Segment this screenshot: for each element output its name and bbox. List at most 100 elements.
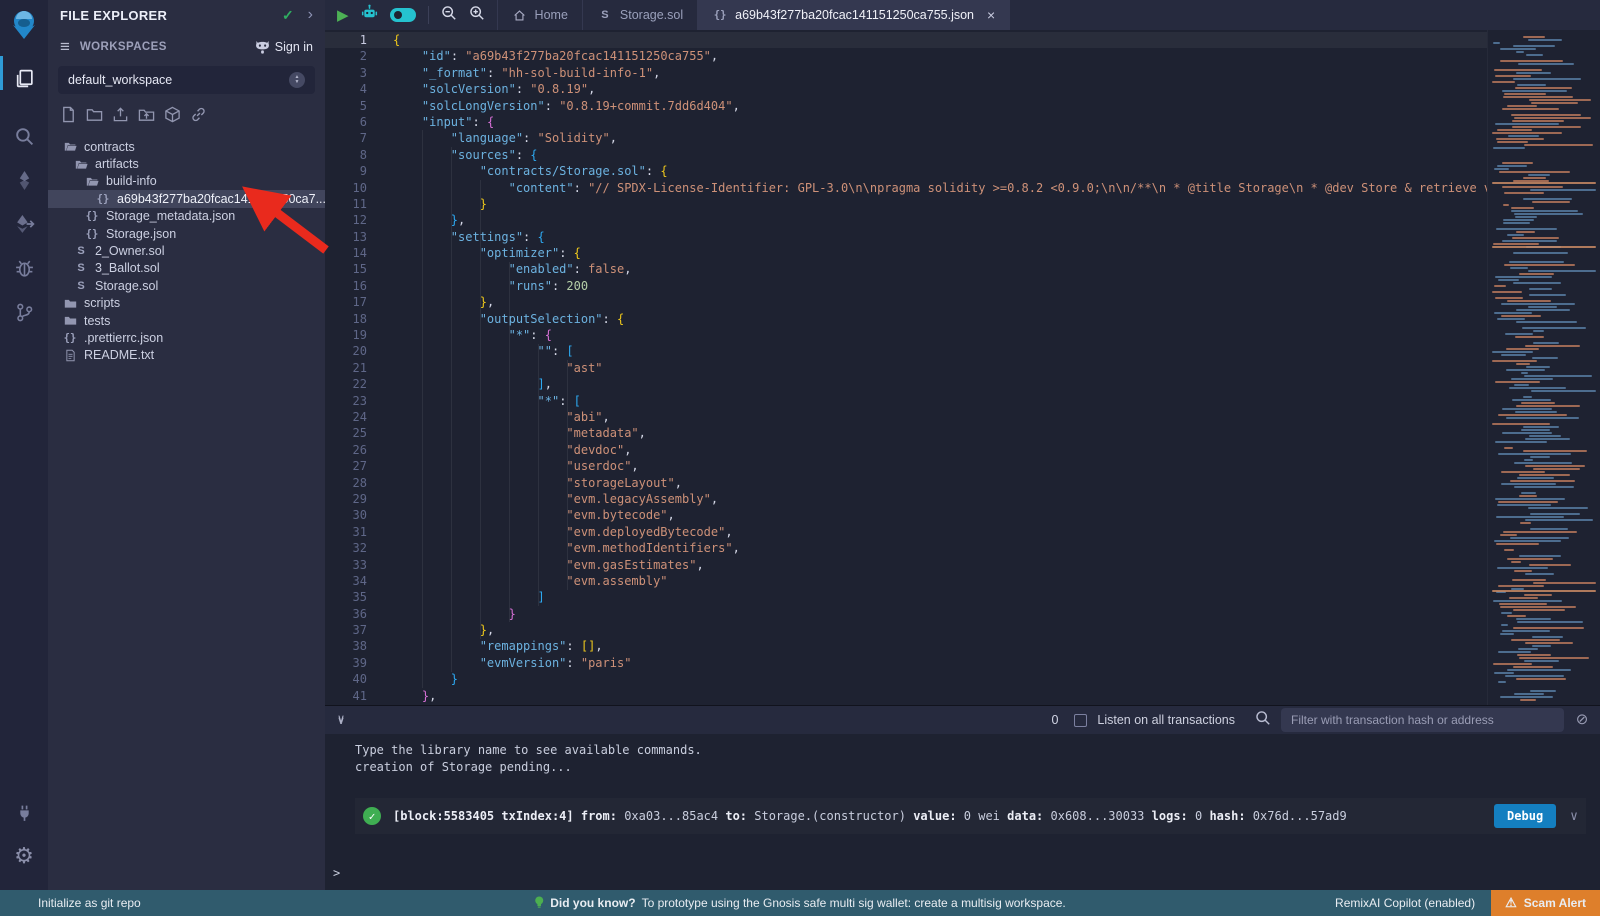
minimap[interactable] xyxy=(1487,30,1600,705)
workspaces-label: WORKSPACES xyxy=(80,41,255,53)
file-tree: contractsartifactsbuild-info{}a69b43f277… xyxy=(48,138,325,364)
code-line-15: "enabled": false, xyxy=(393,261,1600,277)
tree-item-contracts[interactable]: contracts xyxy=(48,138,325,155)
publish-ipfs-icon[interactable] xyxy=(164,106,181,128)
tab-home[interactable]: Home xyxy=(497,0,583,30)
terminal-collapse-icon[interactable]: ∨∨ xyxy=(337,716,345,724)
tree-item-storage-json[interactable]: {}Storage.json xyxy=(48,225,325,242)
code-line-35: ] xyxy=(393,589,1600,605)
line-number: 36 xyxy=(325,606,383,622)
tree-item-tests[interactable]: tests xyxy=(48,312,325,329)
file-explorer-icon[interactable] xyxy=(0,56,48,100)
tree-item-storage-sol[interactable]: S Storage.sol xyxy=(48,277,325,294)
tree-item--prettierrc-json[interactable]: {}.prettierrc.json xyxy=(48,329,325,346)
git-icon[interactable] xyxy=(0,290,48,334)
listen-label: Listen on all transactions xyxy=(1097,713,1235,727)
tab-a69b43f277ba20fcac141151250ca755-json[interactable]: {}a69b43f277ba20fcac141151250ca755.json× xyxy=(698,0,1010,30)
code-line-6: "input": { xyxy=(393,114,1600,130)
line-number: 24 xyxy=(325,409,383,425)
sign-in-label: Sign in xyxy=(275,40,313,54)
tab-close-icon[interactable]: × xyxy=(987,7,995,23)
line-number: 9 xyxy=(325,163,383,179)
line-number: 25 xyxy=(325,425,383,441)
copilot-status[interactable]: RemixAI Copilot (enabled) xyxy=(1335,896,1475,910)
sol-icon: S xyxy=(73,244,89,258)
collapse-chevron-icon[interactable]: › xyxy=(308,6,313,24)
tx-expand-chevron-icon[interactable]: ∨ xyxy=(1570,809,1578,824)
terminal-header: ∨∨ 0 Listen on all transactions ⊘ xyxy=(325,706,1600,734)
deploy-run-icon[interactable] xyxy=(0,202,48,246)
terminal-prompt[interactable]: > xyxy=(333,866,340,880)
folder-open-icon xyxy=(73,157,89,171)
upload-folder-icon[interactable] xyxy=(138,106,155,128)
tree-item-a69b43f277ba20fcac141151250ca7-[interactable]: {}a69b43f277ba20fcac141151250ca7... xyxy=(48,190,325,207)
code-line-14: "optimizer": { xyxy=(393,245,1600,261)
tree-item-label: Storage_metadata.json xyxy=(106,209,235,223)
line-number: 3 xyxy=(325,65,383,81)
scam-alert-badge[interactable]: ⚠ Scam Alert xyxy=(1491,890,1600,916)
line-number: 39 xyxy=(325,655,383,671)
listen-checkbox[interactable] xyxy=(1074,714,1087,727)
debug-button[interactable]: Debug xyxy=(1494,804,1556,828)
line-number: 41 xyxy=(325,688,383,704)
line-number: 11 xyxy=(325,196,383,212)
json-icon: {} xyxy=(84,227,100,241)
scam-label: Scam Alert xyxy=(1524,896,1586,910)
copilot-toggle[interactable] xyxy=(390,8,416,22)
new-folder-icon[interactable] xyxy=(86,106,103,128)
code-line-1: { xyxy=(393,32,1600,48)
upload-file-icon[interactable] xyxy=(112,106,129,128)
link-gist-icon[interactable] xyxy=(190,106,207,128)
sol-icon: S xyxy=(73,279,89,293)
workspace-menu-icon[interactable]: ≡ xyxy=(60,37,70,57)
plugin-manager-icon[interactable] xyxy=(0,790,48,834)
tree-item-label: scripts xyxy=(84,296,120,310)
tree-item-build-info[interactable]: build-info xyxy=(48,173,325,190)
code-line-33: "evm.gasEstimates", xyxy=(393,557,1600,573)
code-editor[interactable]: 1234567891011121314151617181920212223242… xyxy=(325,30,1600,705)
line-number: 17 xyxy=(325,294,383,310)
new-file-icon[interactable] xyxy=(60,106,77,128)
tree-item-3-ballot-sol[interactable]: S3_Ballot.sol xyxy=(48,260,325,277)
git-init-button[interactable]: Initialize as git repo xyxy=(38,896,141,910)
status-bar: Initialize as git repo Did you know? To … xyxy=(0,890,1600,916)
code-line-12: }, xyxy=(393,212,1600,228)
code-lines: { "id": "a69b43f277ba20fcac141151250ca75… xyxy=(393,32,1600,704)
settings-gear-icon[interactable]: ⚙ xyxy=(0,834,48,878)
code-line-11: } xyxy=(393,196,1600,212)
tree-item-storage-metadata-json[interactable]: {}Storage_metadata.json xyxy=(48,208,325,225)
tree-item-label: a69b43f277ba20fcac141151250ca7... xyxy=(117,192,326,206)
search-icon[interactable] xyxy=(0,114,48,158)
clear-filter-icon[interactable]: ⊘ xyxy=(1574,712,1590,728)
zoom-in-icon[interactable] xyxy=(469,5,485,26)
tree-item-2-owner-sol[interactable]: S2_Owner.sol xyxy=(48,242,325,259)
tab-storage-sol[interactable]: SStorage.sol xyxy=(583,0,698,30)
debugger-icon[interactable] xyxy=(0,246,48,290)
remix-logo-icon[interactable] xyxy=(0,0,48,50)
transaction-log-row[interactable]: ✓ [block:5583405 txIndex:4] from: 0xa03.… xyxy=(355,798,1586,834)
tree-item-readme-txt[interactable]: README.txt xyxy=(48,347,325,364)
github-sign-in[interactable]: Sign in xyxy=(255,40,313,55)
run-script-icon[interactable]: ▶ xyxy=(337,6,349,24)
tree-item-label: 3_Ballot.sol xyxy=(95,261,160,275)
code-line-30: "evm.bytecode", xyxy=(393,507,1600,523)
tree-item-label: build-info xyxy=(106,174,157,188)
filter-input[interactable] xyxy=(1281,708,1564,732)
solidity-compiler-icon[interactable] xyxy=(0,158,48,202)
line-number: 10 xyxy=(325,180,383,196)
ai-copilot-robot-icon[interactable] xyxy=(361,4,378,26)
code-line-24: "abi", xyxy=(393,409,1600,425)
zoom-out-icon[interactable] xyxy=(441,5,457,26)
tree-item-scripts[interactable]: scripts xyxy=(48,295,325,312)
line-number: 37 xyxy=(325,622,383,638)
code-line-22: ], xyxy=(393,376,1600,392)
tree-item-label: Storage.sol xyxy=(95,279,158,293)
workspace-select[interactable]: default_workspace ▲▼ xyxy=(58,66,315,94)
terminal-body[interactable]: Type the library name to see available c… xyxy=(325,734,1600,890)
code-line-13: "settings": { xyxy=(393,229,1600,245)
line-number: 28 xyxy=(325,475,383,491)
code-line-5: "solcLongVersion": "0.8.19+commit.7dd6d4… xyxy=(393,98,1600,114)
tree-item-artifacts[interactable]: artifacts xyxy=(48,155,325,172)
line-number: 1 xyxy=(325,32,383,48)
code-line-8: "sources": { xyxy=(393,147,1600,163)
